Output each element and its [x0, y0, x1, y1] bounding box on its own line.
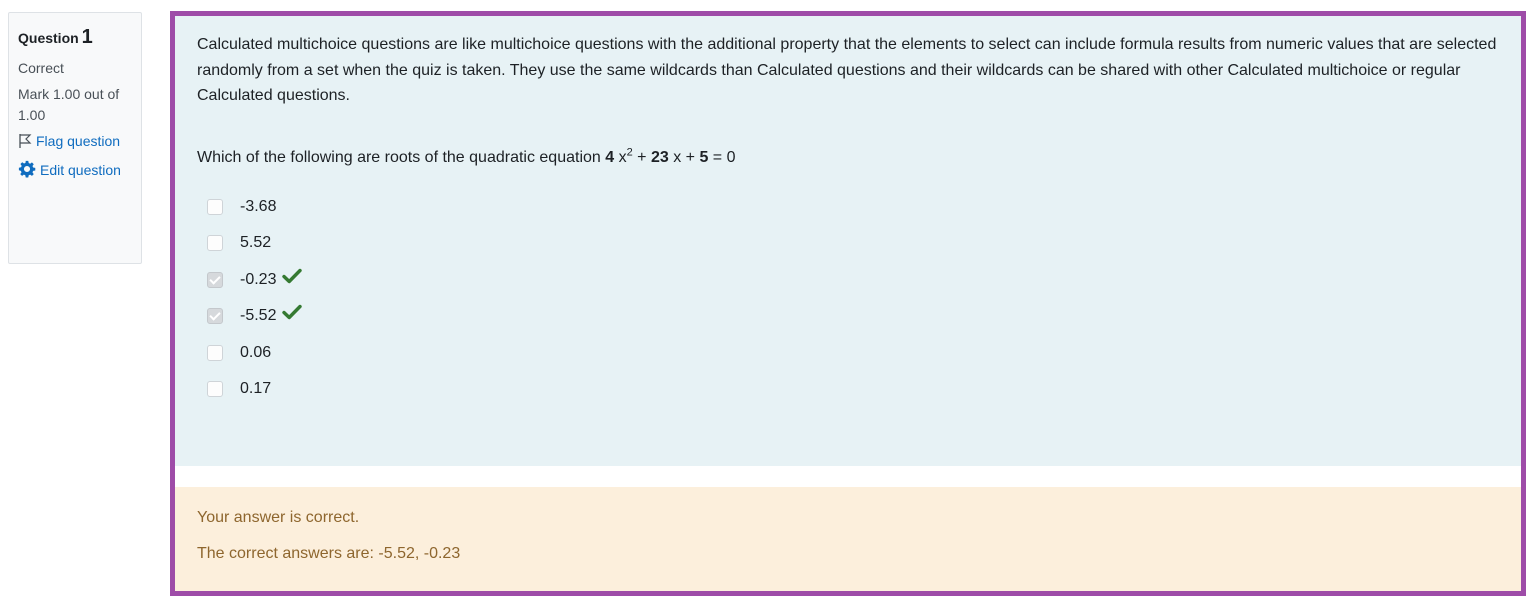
- answer-option: -0.23: [207, 261, 1499, 298]
- plus-sign: +: [632, 148, 651, 166]
- correct-check-icon: [282, 267, 303, 293]
- x-term: x: [614, 148, 627, 166]
- prompt-prefix: Which of the following are roots of the …: [197, 148, 606, 166]
- question-grade: Mark 1.00 out of 1.00: [18, 86, 120, 123]
- gear-icon: [18, 160, 36, 183]
- answer-option: -5.52: [207, 298, 1499, 335]
- question-number: 1: [81, 26, 93, 48]
- question-number-heading: Question 1: [18, 23, 132, 52]
- question-info-panel: Question 1 Correct Mark 1.00 out of 1.00 …: [8, 12, 142, 264]
- answer-value: 0.06: [240, 343, 272, 361]
- answer-value: 5.52: [240, 234, 272, 252]
- answer-value: -5.52: [240, 307, 277, 325]
- feedback-panel: Your answer is correct. The correct answ…: [175, 487, 1521, 591]
- feedback-result: Your answer is correct.: [197, 509, 360, 526]
- coef-a: 4: [605, 148, 615, 166]
- question-intro: Calculated multichoice questions are lik…: [197, 36, 1497, 105]
- answer-option: 0.17: [207, 371, 1499, 408]
- question-frame: Calculated multichoice questions are lik…: [170, 11, 1526, 596]
- question-prompt: Which of the following are roots of the …: [197, 145, 1499, 171]
- answer-value: -3.68: [240, 197, 277, 215]
- coef-b: 23: [650, 148, 669, 166]
- answer-checkbox-checked[interactable]: [207, 271, 223, 288]
- answer-option: 0.06: [207, 334, 1499, 371]
- flag-icon: [18, 133, 32, 154]
- answer-option: -3.68: [207, 188, 1499, 225]
- question-word: Question: [18, 30, 79, 46]
- answer-option: 5.52: [207, 225, 1499, 262]
- correct-check-icon: [282, 303, 303, 329]
- flag-question-label: Flag question: [36, 132, 121, 149]
- answer-checkbox[interactable]: [207, 235, 223, 252]
- feedback-right-answer: The correct answers are: -5.52, -0.23: [197, 545, 461, 562]
- answer-checkbox-checked[interactable]: [207, 308, 223, 325]
- answer-list: -3.68 5.52 -0.23 -5.52 0.06 0.17: [207, 188, 1499, 407]
- flag-question-link[interactable]: Flag question: [18, 131, 132, 154]
- question-state: Correct: [18, 60, 64, 76]
- edit-question-link[interactable]: Edit question: [18, 160, 132, 183]
- answer-value: -0.23: [240, 270, 277, 288]
- question-content: Calculated multichoice questions are lik…: [175, 16, 1521, 466]
- x-term-2: x +: [668, 148, 700, 166]
- answer-checkbox[interactable]: [207, 381, 223, 398]
- equals-zero: = 0: [708, 148, 736, 166]
- answer-checkbox[interactable]: [207, 344, 223, 361]
- edit-question-label: Edit question: [40, 162, 121, 179]
- answer-value: 0.17: [240, 380, 272, 398]
- answer-checkbox[interactable]: [207, 198, 223, 215]
